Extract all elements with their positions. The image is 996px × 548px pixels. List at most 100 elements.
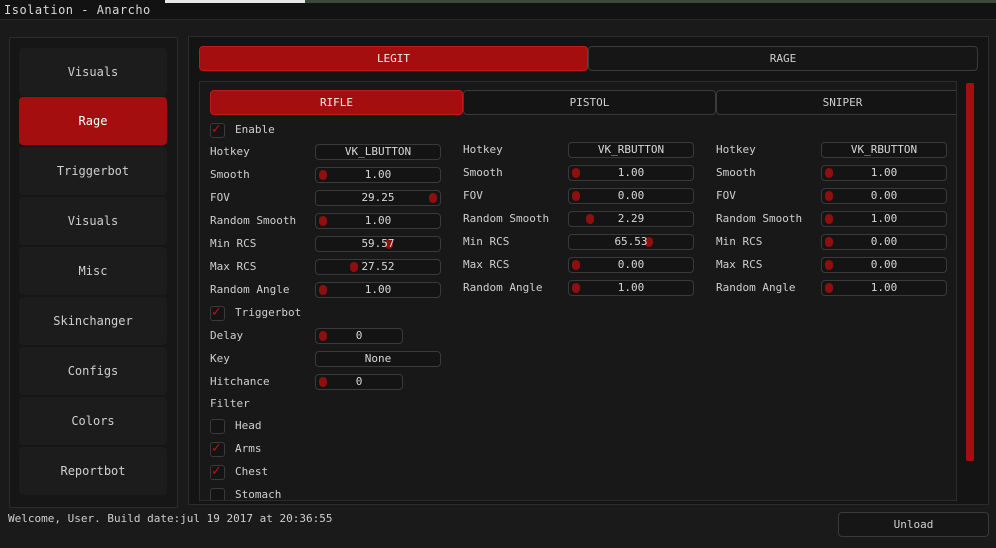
- slider-value: 1.00: [617, 166, 645, 179]
- delay-label: Delay: [210, 329, 244, 342]
- max-rcs-label: Max RCS: [716, 258, 763, 271]
- slider-knob[interactable]: [825, 214, 833, 224]
- slider[interactable]: 0.00: [821, 257, 947, 273]
- slider-knob[interactable]: [825, 168, 833, 178]
- slider[interactable]: 1.00: [821, 280, 947, 296]
- slider-value: 2.29: [617, 212, 645, 225]
- unload-button[interactable]: Unload: [838, 512, 989, 537]
- slider-value: 1.00: [364, 214, 392, 227]
- key-button[interactable]: None: [315, 351, 441, 367]
- enable-checkbox[interactable]: ✓: [210, 121, 225, 138]
- slider-knob[interactable]: [825, 260, 833, 270]
- min-rcs-label: Min RCS: [463, 235, 510, 248]
- slider-value: 1.00: [870, 212, 898, 225]
- slider-value: 0: [355, 375, 363, 388]
- slider-value: 65.53: [614, 235, 648, 248]
- slider-knob[interactable]: [319, 170, 327, 180]
- slider-value: 0.00: [617, 258, 645, 271]
- tab-legit[interactable]: LEGIT: [199, 46, 588, 71]
- slider-value: 0.00: [870, 258, 898, 271]
- triggerbot-checkbox[interactable]: ✓: [210, 304, 225, 321]
- scrollbar[interactable]: [966, 83, 974, 461]
- slider[interactable]: 29.25: [315, 190, 441, 206]
- slider-knob[interactable]: [572, 283, 580, 293]
- fov-label: FOV: [210, 191, 230, 204]
- status-text: Welcome, User. Build date:jul 19 2017 at…: [8, 512, 333, 525]
- hotkey-button-sniper[interactable]: VK_RBUTTON: [821, 142, 947, 158]
- slider-knob[interactable]: [429, 193, 437, 203]
- slider[interactable]: 1.00: [568, 280, 694, 296]
- arms-checkbox[interactable]: ✓: [210, 440, 225, 457]
- slider-knob[interactable]: [319, 331, 327, 341]
- check-icon: ✓: [212, 304, 221, 320]
- slider[interactable]: 1.00: [821, 211, 947, 227]
- hitchance-label: Hitchance: [210, 375, 270, 388]
- random-smooth-label: Random Smooth: [463, 212, 550, 225]
- slider-knob[interactable]: [825, 191, 833, 201]
- slider-knob[interactable]: [349, 262, 358, 272]
- hotkey-button-rifle[interactable]: VK_LBUTTON: [315, 144, 441, 160]
- slider-knob[interactable]: [319, 285, 327, 295]
- slider[interactable]: 1.00: [821, 165, 947, 181]
- slider-knob[interactable]: [572, 168, 580, 178]
- slider[interactable]: 1.00: [315, 213, 441, 229]
- hotkey-button-pistol[interactable]: VK_RBUTTON: [568, 142, 694, 158]
- slider-knob[interactable]: [572, 191, 580, 201]
- sidebar-item-colors[interactable]: Colors: [19, 397, 167, 445]
- sidebar: Visuals Rage Triggerbot Visuals Misc Ski…: [9, 37, 178, 508]
- slider-knob[interactable]: [319, 216, 327, 226]
- smooth-label: Smooth: [716, 166, 756, 179]
- slider[interactable]: 0.00: [568, 188, 694, 204]
- filter-label: Filter: [210, 397, 250, 410]
- slider-knob[interactable]: [825, 237, 833, 247]
- random-smooth-label: Random Smooth: [210, 214, 297, 227]
- tab-pistol[interactable]: PISTOL: [463, 90, 716, 115]
- slider-knob[interactable]: [825, 283, 833, 293]
- slider-knob[interactable]: [586, 214, 595, 224]
- slider[interactable]: 0.00: [821, 188, 947, 204]
- slider-value: 1.00: [364, 168, 392, 181]
- max-rcs-label: Max RCS: [210, 260, 257, 273]
- max-rcs-label: Max RCS: [463, 258, 510, 271]
- slider[interactable]: 0.00: [568, 257, 694, 273]
- slider-value: 29.25: [361, 191, 395, 204]
- slider[interactable]: 1.00: [315, 167, 441, 183]
- tab-rifle[interactable]: RIFLE: [210, 90, 463, 115]
- sidebar-item-skinchanger[interactable]: Skinchanger: [19, 297, 167, 345]
- slider[interactable]: 1.00: [315, 282, 441, 298]
- enable-label: Enable: [235, 123, 275, 136]
- slider[interactable]: 59.57: [315, 236, 441, 252]
- tab-rage[interactable]: RAGE: [588, 46, 978, 71]
- delay-slider[interactable]: 0: [315, 328, 403, 344]
- sidebar-item-rage[interactable]: Rage: [19, 97, 167, 145]
- tab-sniper[interactable]: SNIPER: [716, 90, 956, 115]
- random-angle-label: Random Angle: [463, 281, 543, 294]
- triggerbot-label: Triggerbot: [235, 306, 302, 319]
- sidebar-item-triggerbot[interactable]: Triggerbot: [19, 147, 167, 195]
- fov-label: FOV: [716, 189, 736, 202]
- head-checkbox[interactable]: [210, 419, 225, 434]
- chest-checkbox[interactable]: ✓: [210, 463, 225, 480]
- arms-label: Arms: [235, 442, 262, 455]
- sidebar-item-misc[interactable]: Misc: [19, 247, 167, 295]
- slider[interactable]: 2.29: [568, 211, 694, 227]
- stomach-checkbox[interactable]: [210, 488, 225, 500]
- chest-label: Chest: [235, 465, 269, 478]
- slider-knob[interactable]: [572, 260, 580, 270]
- slider-value: 0.00: [870, 189, 898, 202]
- slider-value: 0.00: [870, 235, 898, 248]
- slider[interactable]: 65.53: [568, 234, 694, 250]
- sidebar-item-configs[interactable]: Configs: [19, 347, 167, 395]
- head-label: Head: [235, 419, 262, 432]
- min-rcs-label: Min RCS: [716, 235, 763, 248]
- slider-knob[interactable]: [319, 377, 327, 387]
- sidebar-item-reportbot[interactable]: Reportbot: [19, 447, 167, 495]
- slider[interactable]: 27.52: [315, 259, 441, 275]
- slider[interactable]: 1.00: [568, 165, 694, 181]
- hitchance-slider[interactable]: 0: [315, 374, 403, 390]
- sidebar-item-visuals-2[interactable]: Visuals: [19, 197, 167, 245]
- slider[interactable]: 0.00: [821, 234, 947, 250]
- sidebar-item-visuals[interactable]: Visuals: [19, 48, 167, 96]
- slider-value: 1.00: [364, 283, 392, 296]
- slider-value: 0: [355, 329, 363, 342]
